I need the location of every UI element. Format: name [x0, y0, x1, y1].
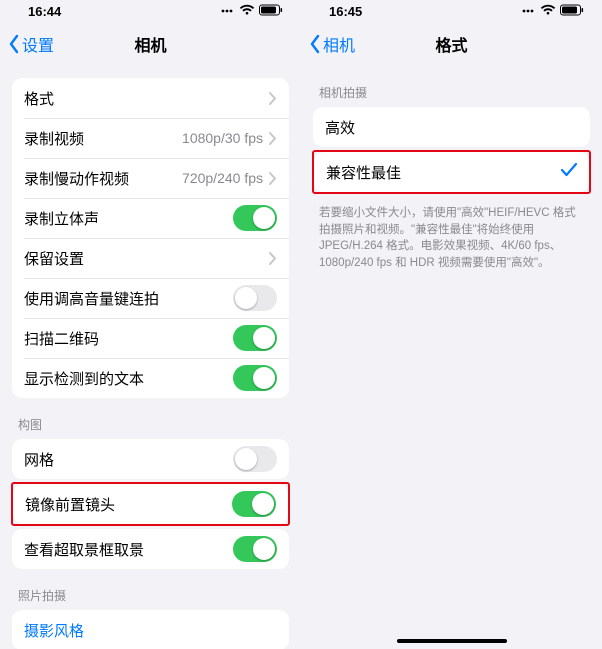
- row-preserve[interactable]: 保留设置: [12, 238, 289, 278]
- chevron-right-icon: [269, 172, 277, 185]
- nav-bar: 相机 格式: [301, 22, 602, 66]
- battery-icon: [259, 4, 283, 19]
- status-bar: 16:44: [0, 0, 301, 22]
- section-header-capture: 相机拍摄: [313, 66, 590, 107]
- row-label: 格式: [24, 88, 269, 109]
- status-time: 16:44: [28, 4, 61, 19]
- back-button[interactable]: 设置: [8, 32, 54, 56]
- row-label: 录制视频: [24, 128, 182, 149]
- content: 相机拍摄 高效 兼容性最佳 若要缩小文件大小，请使用"高效"HEIF/HEVC …: [301, 66, 602, 649]
- row-label: 录制慢动作视频: [24, 168, 182, 189]
- row-label: 查看超取景框取景: [24, 539, 233, 560]
- dots-icon: [522, 4, 536, 19]
- row-label: 高效: [325, 117, 578, 138]
- chevron-left-icon: [309, 34, 321, 54]
- switch-view-outside-frame[interactable]: [233, 536, 277, 562]
- row-record-slomo[interactable]: 录制慢动作视频 720p/240 fps: [12, 158, 289, 198]
- chevron-right-icon: [269, 92, 277, 105]
- row-label: 网格: [24, 449, 233, 470]
- row-label: 扫描二维码: [24, 328, 233, 349]
- content: 格式 录制视频 1080p/30 fps 录制慢动作视频 720p/240 fp…: [0, 66, 301, 649]
- chevron-right-icon: [269, 252, 277, 265]
- status-time: 16:45: [329, 4, 362, 19]
- nav-bar: 设置 相机: [0, 22, 301, 66]
- row-detail: 720p/240 fps: [182, 170, 263, 186]
- group-capture: 摄影风格: [12, 610, 289, 649]
- switch-scan-qr[interactable]: [233, 325, 277, 351]
- phone-formats: 16:45 相机 格式 相机拍摄 高效: [301, 0, 602, 649]
- back-label: 设置: [22, 32, 54, 56]
- status-icons: [221, 4, 283, 19]
- row-label: 摄影风格: [24, 620, 277, 641]
- row-formats[interactable]: 格式: [12, 78, 289, 118]
- switch-volume-burst[interactable]: [233, 285, 277, 311]
- row-detail: 1080p/30 fps: [182, 130, 263, 146]
- checkmark-icon: [561, 163, 577, 181]
- row-volume-burst[interactable]: 使用调高音量键连拍: [12, 278, 289, 318]
- row-detect-text[interactable]: 显示检测到的文本: [12, 358, 289, 398]
- wifi-icon: [540, 4, 556, 19]
- row-scan-qr[interactable]: 扫描二维码: [12, 318, 289, 358]
- chevron-left-icon: [8, 34, 20, 54]
- chevron-right-icon: [269, 132, 277, 145]
- status-bar: 16:45: [301, 0, 602, 22]
- row-grid[interactable]: 网格: [12, 439, 289, 479]
- group-composition: 网格: [12, 439, 289, 479]
- row-photo-styles[interactable]: 摄影风格: [12, 610, 289, 649]
- row-label: 显示检测到的文本: [24, 368, 233, 389]
- highlight-most-compatible: 兼容性最佳: [312, 150, 591, 194]
- row-high-efficiency[interactable]: 高效: [313, 107, 590, 147]
- row-label: 兼容性最佳: [326, 162, 561, 183]
- row-most-compatible[interactable]: 兼容性最佳: [314, 152, 589, 192]
- highlight-mirror-front: 镜像前置镜头: [11, 482, 290, 526]
- wifi-icon: [239, 4, 255, 19]
- switch-detect-text[interactable]: [233, 365, 277, 391]
- phone-camera-settings: 16:44 设置 相机 格式: [0, 0, 301, 649]
- back-label: 相机: [323, 32, 355, 56]
- row-stereo[interactable]: 录制立体声: [12, 198, 289, 238]
- section-header-capture: 照片拍摄: [12, 569, 289, 610]
- back-button[interactable]: 相机: [309, 32, 355, 56]
- row-record-video[interactable]: 录制视频 1080p/30 fps: [12, 118, 289, 158]
- row-label: 保留设置: [24, 248, 269, 269]
- home-indicator[interactable]: [397, 639, 507, 643]
- row-label: 使用调高音量键连拍: [24, 288, 233, 309]
- switch-grid[interactable]: [233, 446, 277, 472]
- row-label: 录制立体声: [24, 208, 233, 229]
- switch-mirror-front[interactable]: [232, 491, 276, 517]
- battery-icon: [560, 4, 584, 19]
- switch-stereo[interactable]: [233, 205, 277, 231]
- row-mirror-front[interactable]: 镜像前置镜头: [13, 484, 288, 524]
- group-main: 格式 录制视频 1080p/30 fps 录制慢动作视频 720p/240 fp…: [12, 78, 289, 398]
- group-format-options: 高效: [313, 107, 590, 147]
- row-label: 镜像前置镜头: [25, 494, 232, 515]
- group-composition-2: 查看超取景框取景: [12, 529, 289, 569]
- status-icons: [522, 4, 584, 19]
- dots-icon: [221, 4, 235, 19]
- footer-format: 若要缩小文件大小，请使用"高效"HEIF/HEVC 格式拍摄照片和视频。"兼容性…: [313, 197, 590, 272]
- section-header-composition: 构图: [12, 398, 289, 439]
- row-view-outside-frame[interactable]: 查看超取景框取景: [12, 529, 289, 569]
